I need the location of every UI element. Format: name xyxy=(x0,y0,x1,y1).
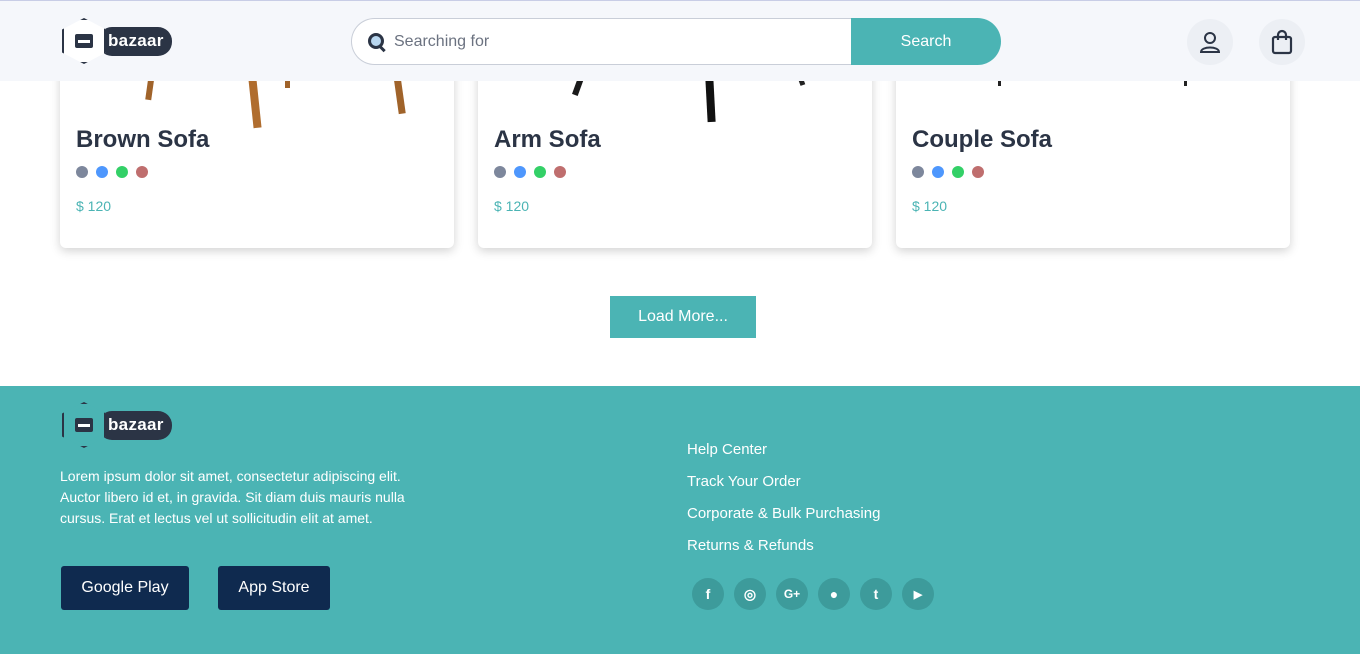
load-more-button[interactable]: Load More... xyxy=(610,296,756,338)
instagram-icon[interactable]: ◎ xyxy=(734,578,766,610)
facebook-icon[interactable]: f xyxy=(692,578,724,610)
header-logo[interactable]: bazaar xyxy=(62,18,172,64)
color-swatch[interactable] xyxy=(494,166,506,178)
color-swatch[interactable] xyxy=(952,166,964,178)
search-input[interactable] xyxy=(394,32,834,51)
product-title[interactable]: Arm Sofa xyxy=(494,126,601,154)
search-field xyxy=(351,18,851,65)
site-header: bazaar Search xyxy=(0,0,1360,81)
color-swatch[interactable] xyxy=(554,166,566,178)
search-bar: Search xyxy=(351,18,1001,65)
color-options xyxy=(76,166,148,178)
store-icon xyxy=(75,34,93,48)
color-swatch[interactable] xyxy=(932,166,944,178)
google-play-button[interactable]: Google Play xyxy=(61,566,189,610)
color-options xyxy=(912,166,984,178)
footer-logo[interactable]: bazaar xyxy=(62,402,172,448)
account-button[interactable] xyxy=(1187,19,1233,65)
color-swatch[interactable] xyxy=(514,166,526,178)
logo-text: bazaar xyxy=(98,410,172,440)
product-price: $ 120 xyxy=(76,198,112,214)
product-title[interactable]: Brown Sofa xyxy=(76,126,209,154)
footer-link-corporate-purchasing[interactable]: Corporate & Bulk Purchasing xyxy=(687,504,880,536)
youtube-icon[interactable]: ▶ xyxy=(902,578,934,610)
product-card[interactable]: Couple Sofa $ 120 xyxy=(896,60,1290,248)
color-swatch[interactable] xyxy=(534,166,546,178)
color-swatch[interactable] xyxy=(136,166,148,178)
color-swatch[interactable] xyxy=(972,166,984,178)
app-store-button[interactable]: App Store xyxy=(218,566,330,610)
logo-hexagon xyxy=(62,18,106,64)
color-swatch[interactable] xyxy=(96,166,108,178)
product-price: $ 120 xyxy=(494,198,530,214)
github-icon[interactable]: ● xyxy=(818,578,850,610)
logo-text: bazaar xyxy=(98,26,172,56)
tumblr-icon[interactable]: t xyxy=(860,578,892,610)
search-button[interactable]: Search xyxy=(851,18,1001,65)
product-title[interactable]: Couple Sofa xyxy=(912,126,1052,154)
footer-link-track-order[interactable]: Track Your Order xyxy=(687,472,880,504)
footer-link-help-center[interactable]: Help Center xyxy=(687,440,880,472)
shopping-bag-icon xyxy=(1271,29,1293,55)
search-icon xyxy=(368,32,386,51)
cart-button[interactable] xyxy=(1259,19,1305,65)
logo-hexagon xyxy=(62,402,106,448)
site-footer: bazaar Lorem ipsum dolor sit amet, conse… xyxy=(0,386,1360,654)
store-icon xyxy=(75,418,93,432)
social-links: f ◎ G+ ● t ▶ xyxy=(692,578,934,610)
color-swatch[interactable] xyxy=(912,166,924,178)
color-swatch[interactable] xyxy=(116,166,128,178)
product-price: $ 120 xyxy=(912,198,948,214)
product-card[interactable]: Brown Sofa $ 120 xyxy=(60,60,454,248)
user-icon xyxy=(1199,32,1221,53)
color-swatch[interactable] xyxy=(76,166,88,178)
footer-description: Lorem ipsum dolor sit amet, consectetur … xyxy=(60,468,405,526)
footer-links: Help Center Track Your Order Corporate &… xyxy=(687,440,880,568)
color-options xyxy=(494,166,566,178)
google-plus-icon[interactable]: G+ xyxy=(776,578,808,610)
footer-link-returns-refunds[interactable]: Returns & Refunds xyxy=(687,536,880,568)
product-card[interactable]: Arm Sofa $ 120 xyxy=(478,60,872,248)
